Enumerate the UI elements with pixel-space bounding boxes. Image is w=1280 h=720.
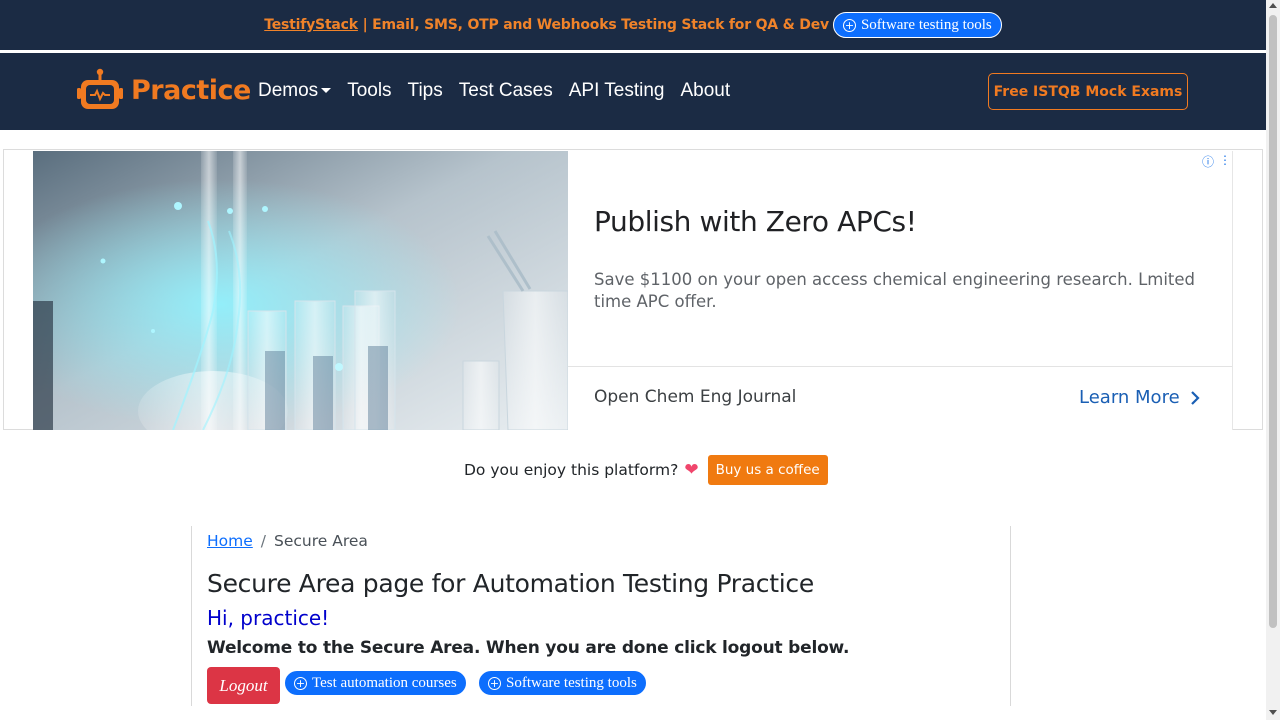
nav-api-testing[interactable]: API Testing [569,80,665,102]
breadcrumb-separator: / [260,532,267,550]
breadcrumb-current: Secure Area [274,532,368,550]
ad-choices[interactable]: ⓘ ⋮ [1202,153,1231,170]
breadcrumb: Home / Secure Area [207,532,368,550]
info-icon: ⓘ [1202,155,1215,169]
buy-coffee-button[interactable]: Buy us a coffee [707,455,828,485]
software-testing-tools-button[interactable]: + Software testing tools [478,670,647,696]
promo-text: TestifyStack | Email, SMS, OTP and Webho… [264,17,829,33]
ad-edge [1232,151,1233,430]
heart-icon: ❤ [684,460,699,479]
nav-test-cases[interactable]: Test Cases [459,80,553,102]
learn-more-label: Learn More [1079,387,1180,408]
nav-tips[interactable]: Tips [408,80,443,102]
caret-down-icon [321,88,332,94]
coffee-text: Do you enjoy this platform? [464,461,679,479]
scroll-up-arrow-icon[interactable] [1269,3,1277,8]
vertical-scrollbar[interactable] [1266,0,1280,720]
nav-demos-dropdown[interactable]: Demos [258,80,332,102]
scroll-down-arrow-icon[interactable] [1269,710,1277,715]
chevron-right-icon [1190,390,1200,405]
nav-demos-label: Demos [258,80,319,101]
plus-circle-icon: + [294,676,307,690]
nav-links: Demos Tools Tips Test Cases API Testing … [258,80,746,102]
lab-glassware-image [33,151,568,430]
plus-circle-icon: + [842,18,856,32]
nav-about[interactable]: About [681,80,731,102]
promo-software-testing-tools-button[interactable]: + Software testing tools [832,12,1002,38]
test-automation-courses-button[interactable]: + Test automation courses [284,670,467,696]
ad-lab-image[interactable] [33,151,568,430]
scrollbar-thumb[interactable] [1269,15,1277,628]
ad-banner[interactable]: ⓘ ⋮ Publish with Zero APCs! Save $1100 o… [33,151,1233,430]
ad-divider [568,366,1233,367]
brand-logo-link[interactable]: Practice [77,68,251,112]
ad-description: Save $1100 on your open access chemical … [594,270,1196,311]
nav-tools[interactable]: Tools [347,80,391,102]
robot-logo-icon [77,68,123,109]
promo-banner: TestifyStack | Email, SMS, OTP and Webho… [0,0,1266,50]
istqb-mock-exams-button[interactable]: Free ISTQB Mock Exams [988,73,1188,110]
greeting: Hi, practice! [207,606,330,630]
content-left-border [191,526,192,706]
plus-circle-icon: + [488,676,501,690]
ad-learn-more-link[interactable]: Learn More [1079,387,1200,408]
promo-description: | Email, SMS, OTP and Webhooks Testing S… [362,17,830,33]
brand-name: Practice [131,74,251,106]
testifystack-link[interactable]: TestifyStack [264,17,358,33]
more-vertical-icon: ⋮ [1219,153,1232,167]
breadcrumb-home[interactable]: Home [207,532,253,550]
pill-label: Software testing tools [860,16,992,33]
welcome-message: Welcome to the Secure Area. When you are… [207,638,850,658]
logout-button[interactable]: Logout [207,667,280,704]
navbar: Practice Demos Tools Tips Test Cases API… [0,53,1266,130]
coffee-prompt: Do you enjoy this platform? ❤ Buy us a c… [464,455,828,485]
ad-source: Open Chem Eng Journal [594,387,797,407]
content-right-border [1010,526,1011,706]
ad-title[interactable]: Publish with Zero APCs! [594,205,917,238]
pill-label: Test automation courses [312,674,457,691]
page-title: Secure Area page for Automation Testing … [207,569,814,598]
pill-label: Software testing tools [506,674,637,691]
